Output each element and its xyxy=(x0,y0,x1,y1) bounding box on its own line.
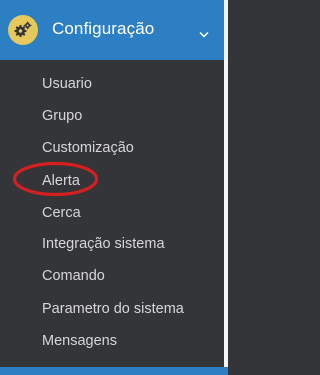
cogs-icon xyxy=(8,15,38,45)
submenu-item-grupo[interactable]: Grupo xyxy=(42,108,82,124)
submenu-item-comando[interactable]: Comando xyxy=(42,268,105,284)
submenu-item-mensagens[interactable]: Mensagens xyxy=(42,333,117,349)
submenu-item-cerca[interactable]: Cerca xyxy=(42,205,81,221)
submenu-item-alerta[interactable]: Alerta xyxy=(42,173,80,189)
menu-header-configuracao[interactable]: Configuração xyxy=(0,0,228,60)
submenu-item-customizacao[interactable]: Customização xyxy=(42,140,134,156)
chevron-down-icon[interactable] xyxy=(199,25,209,43)
submenu-item-usuario[interactable]: Usuario xyxy=(42,76,92,92)
sidebar-right-border xyxy=(224,60,228,367)
submenu-configuracao: Usuario Grupo Customização Alerta Cerca … xyxy=(0,60,224,367)
next-menu-section-edge xyxy=(0,367,228,375)
submenu-item-integracao-sistema[interactable]: Integração sistema xyxy=(42,236,165,252)
menu-header-title: Configuração xyxy=(52,19,155,38)
submenu-item-parametro-do-sistema[interactable]: Parametro do sistema xyxy=(42,301,184,317)
